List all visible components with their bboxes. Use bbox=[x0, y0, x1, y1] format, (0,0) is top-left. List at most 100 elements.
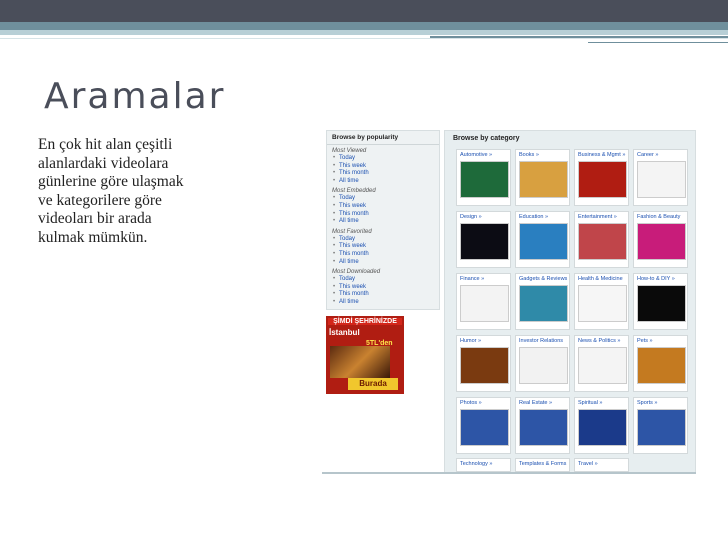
category-thumbnail[interactable] bbox=[519, 347, 568, 384]
category-tile[interactable]: How-to & DIY » bbox=[633, 273, 688, 330]
category-thumbnail[interactable] bbox=[578, 285, 627, 322]
category-label[interactable]: Real Estate » bbox=[519, 400, 552, 406]
category-tile[interactable]: Investor Relations bbox=[515, 335, 570, 392]
popularity-title: Browse by popularity bbox=[327, 131, 439, 145]
category-label[interactable]: Business & Mgmt » bbox=[578, 152, 625, 158]
popularity-link[interactable]: This week bbox=[332, 203, 434, 211]
category-tile[interactable]: Humor » bbox=[456, 335, 511, 392]
popularity-link[interactable]: Today bbox=[332, 276, 434, 284]
header-rule bbox=[0, 38, 728, 39]
category-tile[interactable]: Automotive » bbox=[456, 149, 511, 206]
category-thumbnail[interactable] bbox=[460, 223, 509, 260]
category-label[interactable]: Travel » bbox=[578, 461, 598, 467]
category-tile[interactable]: Fashion & Beauty bbox=[633, 211, 688, 268]
category-label[interactable]: Finance » bbox=[460, 276, 484, 282]
category-tile[interactable]: Design » bbox=[456, 211, 511, 268]
popularity-link[interactable]: This week bbox=[332, 284, 434, 292]
header-accent-line bbox=[430, 36, 728, 38]
popularity-link[interactable]: This week bbox=[332, 163, 434, 171]
category-title: Browse by category bbox=[453, 135, 520, 142]
category-thumbnail[interactable] bbox=[519, 285, 568, 322]
category-tile[interactable]: Templates & Forms bbox=[515, 458, 570, 472]
category-tile[interactable]: Spiritual » bbox=[574, 397, 629, 454]
popularity-link[interactable]: This week bbox=[332, 243, 434, 251]
category-tile[interactable]: Travel » bbox=[574, 458, 629, 472]
category-thumbnail[interactable] bbox=[578, 223, 627, 260]
body-line: ve kategorilere göre bbox=[38, 191, 162, 209]
popularity-link[interactable]: All time bbox=[332, 299, 434, 307]
category-tile[interactable]: Business & Mgmt » bbox=[574, 149, 629, 206]
category-label[interactable]: Career » bbox=[637, 152, 658, 158]
popularity-link[interactable]: Today bbox=[332, 236, 434, 244]
category-tile[interactable]: Entertainment » bbox=[574, 211, 629, 268]
category-thumbnail[interactable] bbox=[578, 409, 627, 446]
category-tile[interactable]: Real Estate » bbox=[515, 397, 570, 454]
group-label: Most Favorited bbox=[332, 228, 372, 235]
popularity-link[interactable]: Today bbox=[332, 195, 434, 203]
popularity-link[interactable]: This month bbox=[332, 170, 434, 178]
category-thumbnail[interactable] bbox=[637, 347, 686, 384]
popularity-link[interactable]: This month bbox=[332, 291, 434, 299]
ad-headline: ŞİMDİ ŞEHRİNİZDE bbox=[328, 318, 402, 325]
category-tile[interactable]: Health & Medicine bbox=[574, 273, 629, 330]
category-thumbnail[interactable] bbox=[637, 285, 686, 322]
category-tile[interactable]: Books » bbox=[515, 149, 570, 206]
category-label[interactable]: News & Politics » bbox=[578, 338, 621, 344]
category-thumbnail[interactable] bbox=[519, 161, 568, 198]
category-label[interactable]: Investor Relations bbox=[519, 338, 563, 344]
category-thumbnail[interactable] bbox=[519, 409, 568, 446]
category-label[interactable]: Books » bbox=[519, 152, 539, 158]
browse-by-category-panel: Browse by category Automotive » Books » Bu… bbox=[444, 130, 696, 473]
category-thumbnail[interactable] bbox=[460, 347, 509, 384]
category-thumbnail[interactable] bbox=[460, 285, 509, 322]
popularity-link[interactable]: Today bbox=[332, 155, 434, 163]
category-thumbnail[interactable] bbox=[460, 161, 509, 198]
category-label[interactable]: How-to & DIY » bbox=[637, 276, 675, 282]
header-accent-line-2 bbox=[588, 42, 728, 43]
category-tile[interactable]: Photos » bbox=[456, 397, 511, 454]
popularity-link[interactable]: This month bbox=[332, 251, 434, 259]
category-thumbnail[interactable] bbox=[637, 223, 686, 260]
popularity-group-most-favorited: Most Favorited Today This week This mont… bbox=[327, 226, 439, 266]
category-thumbnail[interactable] bbox=[578, 161, 627, 198]
category-thumbnail[interactable] bbox=[519, 223, 568, 260]
popularity-link[interactable]: All time bbox=[332, 218, 434, 226]
popularity-link[interactable]: All time bbox=[332, 259, 434, 267]
category-label[interactable]: Design » bbox=[460, 214, 482, 220]
group-label: Most Viewed bbox=[332, 148, 367, 154]
category-tile[interactable]: Career » bbox=[633, 149, 688, 206]
category-label[interactable]: Health & Medicine bbox=[578, 276, 623, 282]
popularity-link[interactable]: All time bbox=[332, 178, 434, 186]
category-tile[interactable]: Education » bbox=[515, 211, 570, 268]
category-tile[interactable]: Pets » bbox=[633, 335, 688, 392]
category-tile[interactable]: News & Politics » bbox=[574, 335, 629, 392]
category-label[interactable]: Sports » bbox=[637, 400, 657, 406]
category-label[interactable]: Technology » bbox=[460, 461, 492, 467]
category-tile[interactable]: Gadgets & Reviews bbox=[515, 273, 570, 330]
popularity-link[interactable]: This month bbox=[332, 211, 434, 219]
category-label[interactable]: Fashion & Beauty bbox=[637, 214, 680, 220]
category-label[interactable]: Pets » bbox=[637, 338, 653, 344]
ad-banner[interactable]: ŞİMDİ ŞEHRİNİZDE İstanbul 5TL'den Burada bbox=[326, 316, 404, 394]
category-thumbnail[interactable] bbox=[578, 347, 627, 384]
body-line: videoları bir arada bbox=[38, 210, 152, 227]
popularity-group-most-downloaded: Most Downloaded Today This week This mon… bbox=[327, 266, 439, 306]
category-tile[interactable]: Technology » bbox=[456, 458, 511, 472]
category-thumbnail[interactable] bbox=[460, 409, 509, 446]
ad-price: 5TL'den bbox=[366, 340, 393, 347]
category-label[interactable]: Entertainment » bbox=[578, 214, 617, 220]
category-thumbnail[interactable] bbox=[637, 161, 686, 198]
body-line: günlerine göre ulaşmak bbox=[38, 173, 184, 190]
category-label[interactable]: Spiritual » bbox=[578, 400, 602, 406]
category-label[interactable]: Templates & Forms bbox=[519, 461, 566, 467]
category-label[interactable]: Humor » bbox=[460, 338, 481, 344]
popularity-group-most-embedded: Most Embedded Today This week This month… bbox=[327, 185, 439, 225]
category-label[interactable]: Gadgets & Reviews bbox=[519, 276, 567, 282]
category-label[interactable]: Photos » bbox=[460, 400, 482, 406]
category-tile[interactable]: Sports » bbox=[633, 397, 688, 454]
category-tile[interactable]: Finance » bbox=[456, 273, 511, 330]
category-label[interactable]: Automotive » bbox=[460, 152, 492, 158]
category-label[interactable]: Education » bbox=[519, 214, 548, 220]
header-band-light bbox=[0, 30, 728, 35]
category-thumbnail[interactable] bbox=[637, 409, 686, 446]
